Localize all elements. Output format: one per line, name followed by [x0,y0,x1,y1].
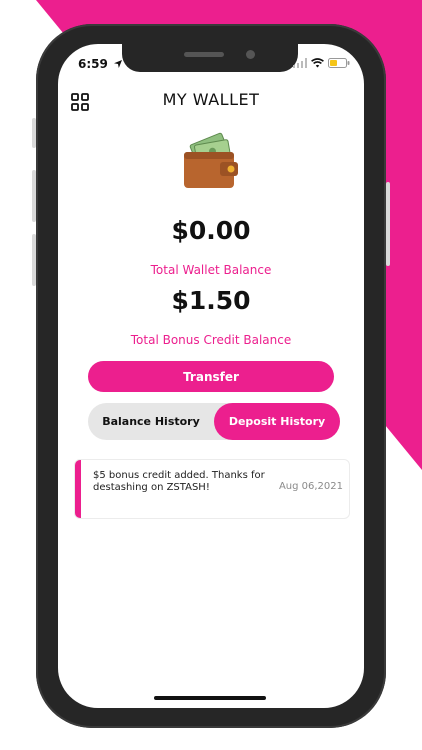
history-item-date: Aug 06,2021 [278,481,343,492]
wallet-balance: $0.00 [171,216,251,245]
home-indicator[interactable] [154,696,266,700]
tab-balance-history[interactable]: Balance History [88,403,214,440]
notch [122,44,298,72]
wifi-icon [311,58,324,68]
bonus-balance: $1.50 [171,286,251,315]
history-list-item[interactable]: $5 bonus credit added. Thanks for destas… [74,459,350,519]
status-time: 6:59 [78,57,123,71]
history-tabs: Balance History Deposit History [88,403,340,440]
page-title: MY WALLET [162,90,260,109]
wallet-icon [184,132,238,188]
phone-frame: 6:59 MY WALLET $0.00 Total Wallet Balanc… [32,24,390,728]
mute-switch [32,118,36,148]
volume-up-button [32,170,36,222]
cellular-signal-icon [293,58,307,68]
battery-icon [328,58,350,68]
tab-deposit-history[interactable]: Deposit History [214,403,340,440]
location-arrow-icon [114,60,123,68]
transfer-button-label: Transfer [183,369,239,384]
power-button [386,182,390,266]
volume-down-button [32,234,36,286]
transfer-button[interactable]: Transfer [88,361,334,392]
history-item-text: $5 bonus credit added. Thanks for destas… [93,470,265,493]
history-item-accent [75,460,81,518]
tab-balance-history-label: Balance History [102,415,200,428]
wallet-balance-label: Total Wallet Balance [150,263,272,277]
speaker [184,52,224,57]
clock: 6:59 [78,57,108,71]
app-screen: 6:59 MY WALLET $0.00 Total Wallet Balanc… [58,44,364,708]
status-icons [293,58,350,68]
tab-deposit-history-label: Deposit History [228,415,326,428]
bonus-balance-label: Total Bonus Credit Balance [130,333,292,347]
camera [246,50,255,59]
